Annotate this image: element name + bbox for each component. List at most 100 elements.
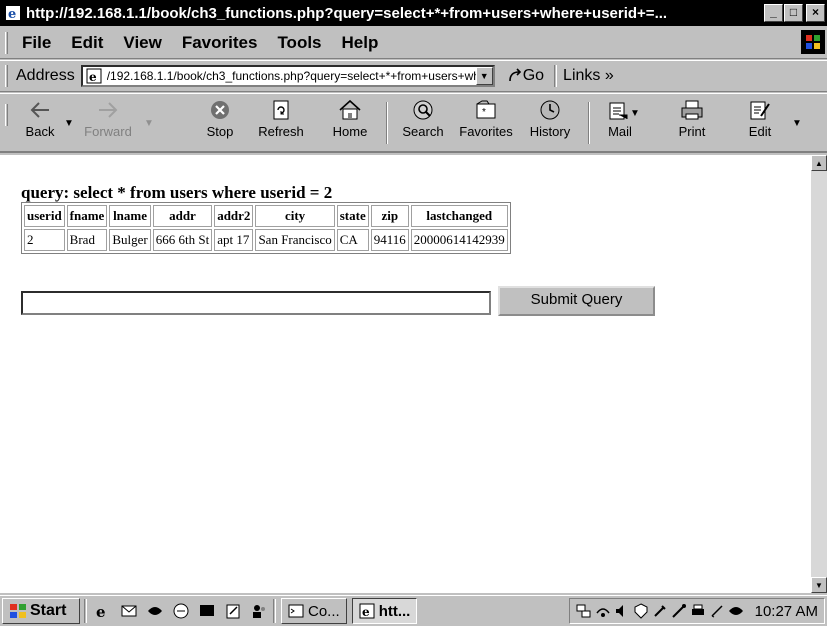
go-arrow-icon (508, 68, 521, 82)
edit-page-icon (750, 101, 770, 120)
home-icon (339, 99, 361, 120)
network-tray-icon[interactable] (576, 603, 592, 619)
mail-button[interactable]: Mail (600, 98, 640, 148)
back-arrow-icon (30, 102, 49, 118)
back-dropdown-icon[interactable]: ▼ (64, 118, 74, 129)
back-button[interactable]: Back (18, 98, 62, 148)
vertical-scrollbar[interactable]: ▲ ▼ (811, 155, 827, 593)
go-button[interactable]: Go (507, 67, 544, 85)
search-icon (413, 100, 433, 120)
command-prompt-icon (288, 604, 304, 618)
ie-quicklaunch-icon[interactable]: e (93, 601, 113, 621)
refresh-button[interactable]: Refresh (256, 98, 306, 148)
column-header: zip (370, 205, 409, 227)
table-cell: CA (336, 229, 369, 251)
task-label: htt... (378, 602, 411, 620)
table-cell: Bulger (109, 229, 151, 251)
links-button[interactable]: Links » (563, 67, 614, 85)
printer-tray-icon[interactable] (690, 603, 706, 619)
favorites-button[interactable]: * Favorites (456, 98, 516, 148)
start-label: Start (30, 602, 67, 619)
notepad-quicklaunch-icon[interactable] (223, 601, 243, 621)
menu-grip[interactable] (5, 31, 8, 54)
menu-favorites[interactable]: Favorites (182, 33, 258, 53)
clock: 10:27 AM (754, 602, 818, 620)
print-label: Print (678, 124, 706, 139)
brush-tray-icon[interactable] (671, 603, 687, 619)
menu-view[interactable]: View (123, 33, 161, 53)
taskbar-button-active[interactable]: e htt... (351, 598, 418, 624)
start-button[interactable]: Start (2, 598, 80, 624)
address-input[interactable]: e /192.168.1.1/book/ch3_functions.php?qu… (80, 65, 495, 87)
menu-tools[interactable]: Tools (277, 33, 321, 53)
pen-tray-icon[interactable] (709, 603, 725, 619)
table-cell: apt 17 (214, 229, 254, 251)
menu-bar: File Edit View Favorites Tools Help (0, 27, 827, 59)
messenger-tray-icon[interactable] (728, 603, 744, 619)
history-button[interactable]: History (525, 98, 575, 148)
mail-dropdown-icon[interactable]: ▼ (630, 108, 640, 119)
printer-icon (681, 100, 703, 120)
edit-label: Edit (748, 124, 772, 139)
outlook-quicklaunch-icon[interactable] (119, 601, 139, 621)
close-button[interactable]: × (806, 4, 825, 22)
scroll-up-icon[interactable]: ▲ (811, 155, 827, 171)
print-button[interactable]: Print (672, 98, 712, 148)
tool-tray-icon[interactable] (652, 603, 668, 619)
window-title-bar[interactable]: e http://192.168.1.1/book/ch3_functions.… (0, 0, 827, 26)
stop-icon (211, 101, 229, 119)
table-cell: 666 6th St (152, 229, 213, 251)
address-value: /192.168.1.1/book/ch3_functions.php?quer… (106, 69, 476, 83)
edit-dropdown-icon[interactable]: ▼ (792, 118, 802, 129)
page-icon: e (85, 68, 103, 84)
column-header: state (336, 205, 369, 227)
menu-edit[interactable]: Edit (71, 33, 103, 53)
history-label: History (529, 124, 571, 139)
standard-toolbar: Back ▼ Forward ▼ Stop Refresh Home Searc… (0, 93, 827, 153)
edit-button[interactable]: Edit (740, 98, 780, 148)
window-title: http://192.168.1.1/book/ch3_functions.ph… (26, 4, 668, 22)
go-label: Go (522, 67, 545, 84)
toolbar-separator (588, 102, 590, 144)
chat-quicklaunch-icon[interactable] (145, 601, 165, 621)
forward-dropdown-icon[interactable]: ▼ (144, 118, 154, 129)
windows-logo-icon (801, 30, 825, 54)
svg-text:e: e (96, 603, 106, 620)
links-separator (554, 65, 558, 87)
search-label: Search (402, 124, 444, 139)
table-header-row: userid fname lname addr addr2 city state… (24, 205, 508, 227)
stop-button[interactable]: Stop (200, 98, 240, 148)
svg-text:e: e (89, 70, 97, 84)
address-grip[interactable] (5, 65, 8, 87)
refresh-label: Refresh (258, 124, 304, 139)
desktop-quicklaunch-icon[interactable] (171, 601, 191, 621)
speaker-tray-icon[interactable] (614, 603, 630, 619)
taskbar: Start e Co... e htt... 10:27 AM (0, 595, 827, 626)
svg-text:e: e (362, 605, 370, 619)
query-input[interactable] (21, 291, 491, 315)
ie-page-icon: e (3, 3, 23, 23)
minimize-button[interactable]: _ (764, 4, 783, 22)
taskbar-button[interactable]: Co... (281, 598, 347, 624)
maximize-button[interactable]: □ (784, 4, 803, 22)
home-label: Home (332, 124, 368, 139)
modem-tray-icon[interactable] (595, 603, 611, 619)
table-cell: 94116 (370, 229, 409, 251)
submit-query-button[interactable]: Submit Query (498, 286, 655, 316)
home-button[interactable]: Home (328, 98, 372, 148)
menu-help[interactable]: Help (342, 33, 379, 53)
search-button[interactable]: Search (398, 98, 448, 148)
forward-arrow-icon (99, 102, 118, 118)
forward-label: Forward (84, 124, 132, 139)
quicklaunch-separator (84, 599, 87, 623)
toolbar-grip[interactable] (5, 104, 8, 126)
table-cell: 20000614142939 (410, 229, 508, 251)
scroll-down-icon[interactable]: ▼ (811, 577, 827, 593)
column-header: lname (109, 205, 151, 227)
forward-button[interactable]: Forward (80, 98, 136, 148)
monitor-quicklaunch-icon[interactable] (197, 601, 217, 621)
shield-tray-icon[interactable] (633, 603, 649, 619)
address-dropdown-icon[interactable]: ▼ (475, 67, 493, 85)
people-quicklaunch-icon[interactable] (249, 601, 269, 621)
menu-file[interactable]: File (22, 33, 51, 53)
